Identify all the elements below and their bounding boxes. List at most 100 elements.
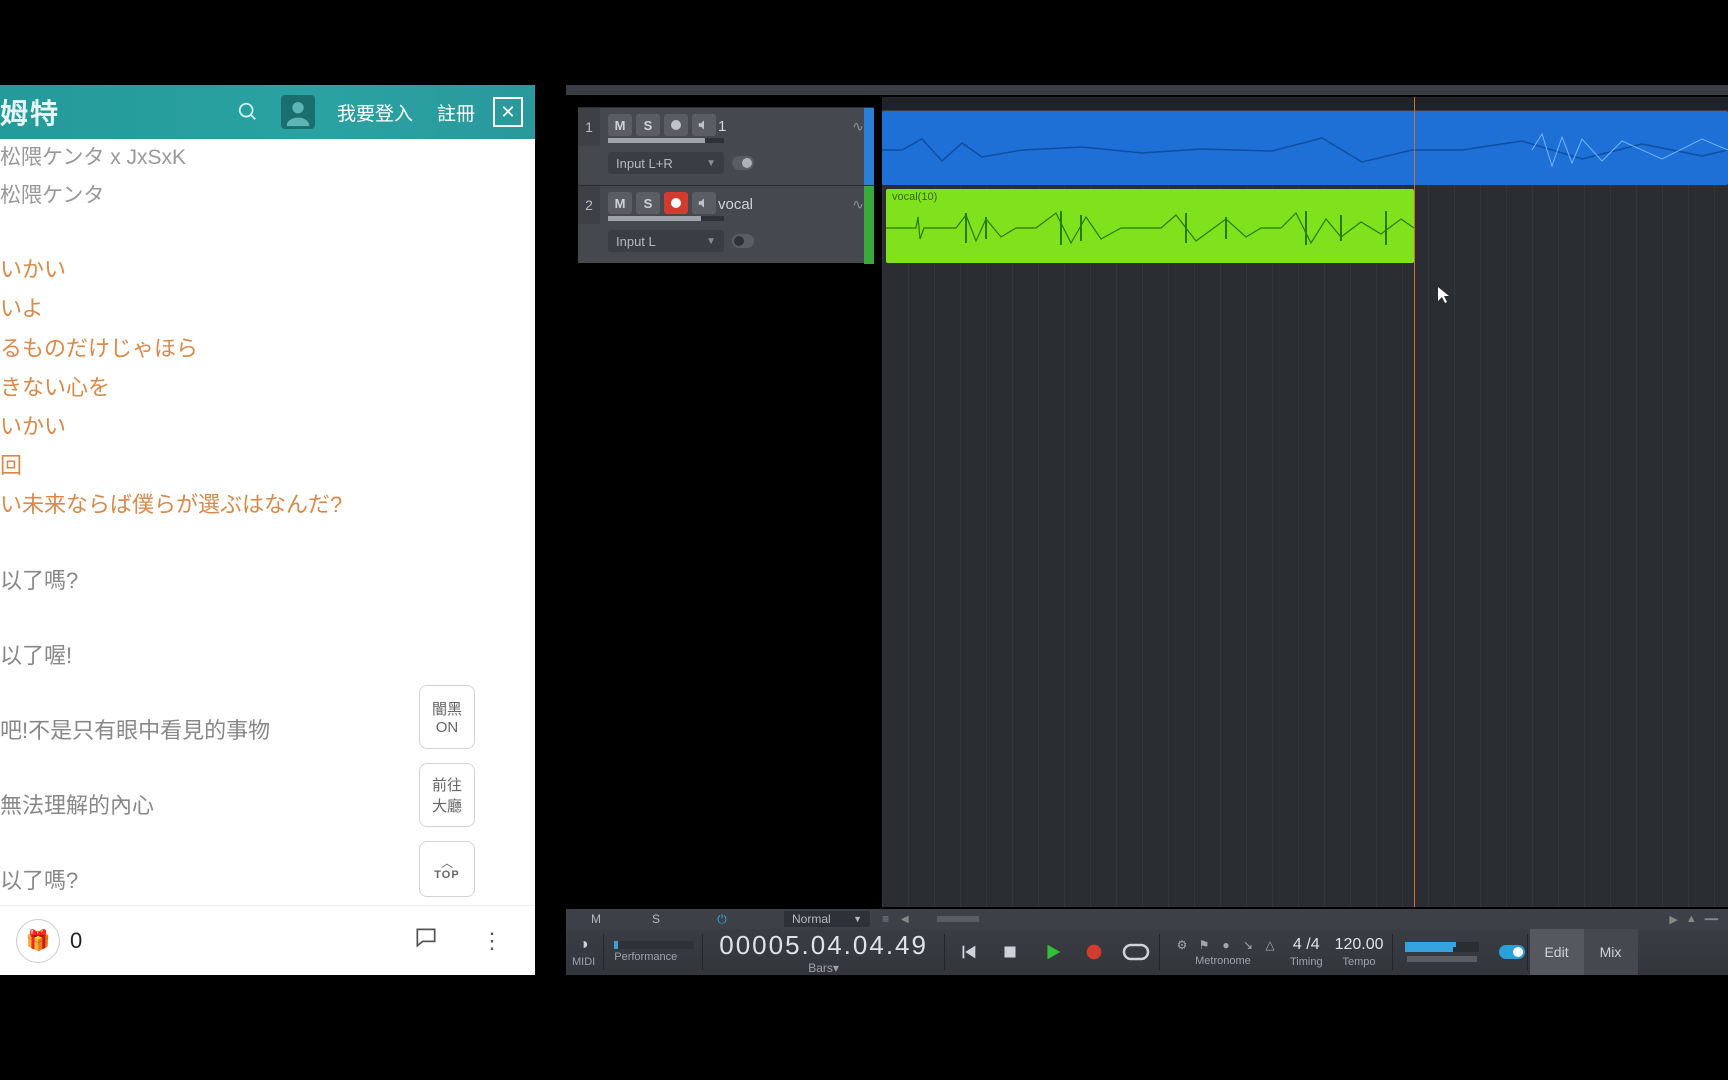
- login-link[interactable]: 我要登入: [337, 99, 413, 126]
- lyric-line: 以了喔!: [0, 636, 535, 675]
- power-icon[interactable]: ⏻: [710, 912, 734, 926]
- midi-label: MIDI: [572, 956, 595, 968]
- avatar[interactable]: [281, 95, 315, 129]
- record-arm-button[interactable]: [664, 114, 688, 136]
- zoom-slider[interactable]: ━━: [1705, 913, 1718, 926]
- audio-clip[interactable]: vocal(10): [886, 189, 1414, 263]
- metronome-section[interactable]: ⚙ ⚑ ● ↘ △ Metronome: [1162, 929, 1284, 975]
- lyric-line: 回: [0, 446, 535, 485]
- scroll-left-icon[interactable]: ◀: [901, 914, 909, 925]
- track-volume-slider[interactable]: [608, 216, 724, 221]
- go-lobby-label2: 大廳: [432, 795, 462, 816]
- tempo-section[interactable]: 120.00 Tempo: [1329, 929, 1390, 975]
- arrangement-view[interactable]: vocal(10): [882, 97, 1728, 907]
- flag-icon[interactable]: ⚑: [1196, 937, 1212, 953]
- master-solo-button[interactable]: S: [626, 912, 686, 926]
- track-number: 2: [578, 186, 600, 224]
- track-row[interactable]: 1 M S 1 ∿ Input L+R ▼: [578, 107, 874, 185]
- track-name[interactable]: 1: [718, 118, 726, 135]
- list-icon[interactable]: ≡: [882, 912, 889, 926]
- scroll-top-button[interactable]: ︿ TOP: [419, 841, 475, 897]
- time-mode-label: Bars▾: [808, 961, 839, 975]
- gift-icon: 🎁: [26, 928, 51, 953]
- scroll-top-label: TOP: [434, 869, 459, 881]
- input-label: Input L+R: [616, 156, 673, 171]
- more-icon[interactable]: ⋮: [477, 928, 507, 954]
- metronome-icon[interactable]: △: [1262, 937, 1278, 953]
- audio-clip[interactable]: [882, 111, 1728, 185]
- play-cursor[interactable]: [1414, 97, 1415, 907]
- monitor-button[interactable]: [692, 192, 716, 214]
- chevron-down-icon: ▼: [706, 236, 716, 247]
- chevron-up-icon: ︿: [441, 857, 453, 869]
- performance-bar: [614, 941, 694, 949]
- record-button[interactable]: [1077, 938, 1111, 966]
- solo-button[interactable]: S: [636, 192, 660, 214]
- play-button[interactable]: [1035, 938, 1069, 966]
- chevron-down-icon: ▼: [706, 158, 716, 169]
- lyric-line: るものだけじゃほら: [0, 329, 535, 368]
- solo-button[interactable]: S: [636, 114, 660, 136]
- register-link[interactable]: 註冊: [437, 99, 475, 126]
- gear-icon[interactable]: ⚙: [1174, 937, 1190, 953]
- zoom-marker-icon[interactable]: ▲: [1686, 913, 1697, 925]
- tempo-value[interactable]: 120.00: [1335, 936, 1384, 954]
- go-to-start-button[interactable]: [951, 938, 985, 966]
- automation-icon[interactable]: ∿: [852, 118, 864, 135]
- mute-button[interactable]: M: [608, 114, 632, 136]
- midi-indicator[interactable]: ◑ MIDI: [566, 929, 601, 975]
- time-signature[interactable]: 4 /4: [1293, 936, 1320, 954]
- time-display[interactable]: 00005.04.04.49 Bars▾: [705, 929, 942, 975]
- go-lobby-label: 前往: [432, 774, 462, 795]
- automation-icon[interactable]: ∿: [852, 196, 864, 213]
- site-header: 姆特 我要登入 註冊 ✕: [0, 85, 535, 139]
- precount-icon[interactable]: ●: [1218, 937, 1234, 953]
- master-meter-section: [1395, 929, 1489, 975]
- h-scroll-slider[interactable]: [937, 916, 979, 922]
- input-link-toggle[interactable]: [732, 234, 754, 248]
- click-in-icon[interactable]: ↘: [1240, 937, 1256, 953]
- comment-icon[interactable]: [413, 924, 439, 957]
- track-name[interactable]: vocal: [718, 196, 753, 213]
- close-icon[interactable]: ✕: [493, 97, 523, 127]
- daw-toolbar: [566, 85, 1728, 95]
- master-volume-slider[interactable]: [1407, 956, 1477, 962]
- automation-mode-select[interactable]: Normal ▼: [784, 911, 870, 927]
- site-logo: 姆特: [0, 92, 60, 132]
- timing-section[interactable]: 4 /4 Timing: [1284, 929, 1329, 975]
- dark-mode-button[interactable]: 闇黑 ON: [419, 685, 475, 749]
- scroll-right-icon[interactable]: ▶: [1669, 913, 1677, 926]
- record-arm-button[interactable]: [664, 192, 688, 214]
- clip-label: vocal(10): [892, 191, 937, 203]
- track-footer-strip: M S ⏻ Normal ▼ ≡ ◀ ▶ ▲ ━━: [566, 909, 1728, 929]
- dark-mode-state: ON: [436, 719, 459, 736]
- input-link-toggle[interactable]: [732, 156, 754, 170]
- go-lobby-button[interactable]: 前往 大廳: [419, 763, 475, 827]
- edit-tab[interactable]: Edit: [1530, 929, 1584, 975]
- track-meter: [864, 186, 874, 264]
- master-mute-button[interactable]: M: [566, 912, 626, 926]
- mono-stereo-toggle[interactable]: [1499, 945, 1525, 959]
- timing-label: Timing: [1290, 956, 1323, 968]
- search-icon[interactable]: [231, 95, 265, 129]
- track-header-area: 1 M S 1 ∿ Input L+R ▼ 2 M S: [578, 107, 874, 267]
- track-meter: [864, 108, 874, 186]
- performance-label: Performance: [614, 951, 677, 963]
- dark-mode-label: 闇黑: [432, 698, 462, 719]
- mute-button[interactable]: M: [608, 192, 632, 214]
- track-volume-slider[interactable]: [608, 138, 724, 143]
- input-select[interactable]: Input L ▼: [608, 230, 724, 252]
- performance-meter[interactable]: Performance: [606, 929, 700, 975]
- input-select[interactable]: Input L+R ▼: [608, 152, 724, 174]
- gift-button[interactable]: 🎁: [16, 919, 60, 963]
- metronome-label: Metronome: [1195, 955, 1251, 967]
- loop-button[interactable]: [1119, 938, 1153, 966]
- lyrics-bottom-bar: 🎁 0 ⋮: [0, 905, 535, 975]
- lyric-header: 松隈ケンタ x JxSxK: [0, 139, 535, 177]
- mix-tab[interactable]: Mix: [1584, 929, 1638, 975]
- monitor-button[interactable]: [692, 114, 716, 136]
- timeline-ruler[interactable]: [882, 97, 1728, 111]
- stop-button[interactable]: [993, 938, 1027, 966]
- input-label: Input L: [616, 234, 656, 249]
- track-row[interactable]: 2 M S vocal ∿ Input L ▼: [578, 185, 874, 263]
